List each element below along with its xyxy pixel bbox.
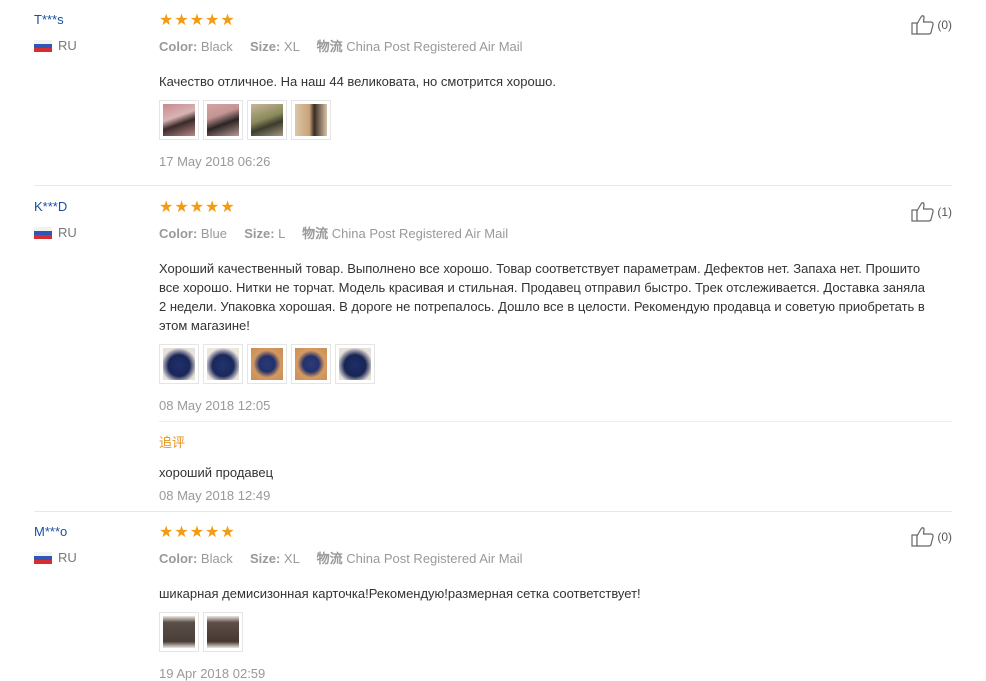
color-value: Black: [200, 39, 233, 54]
thumbs-up-icon: [911, 15, 935, 35]
review-photo[interactable]: [247, 344, 287, 384]
size-value: XL: [283, 551, 300, 566]
review-photo[interactable]: [159, 100, 199, 140]
helpful-button[interactable]: (0): [911, 14, 952, 36]
review-photo[interactable]: [203, 344, 243, 384]
review-photo[interactable]: [203, 612, 243, 652]
shipping-label: 物流: [316, 551, 343, 566]
reviewer-country: RU: [34, 550, 77, 565]
order-attributes: Color: Black Size: XL 物流 China Post Regi…: [159, 548, 949, 567]
color-label: Color:: [159, 226, 198, 241]
review-date: 17 May 2018 06:26: [159, 154, 271, 169]
review-photo[interactable]: [203, 100, 243, 140]
shipping-value: China Post Registered Air Mail: [346, 39, 523, 54]
reviewer-name: T***s: [34, 12, 64, 27]
review-photo[interactable]: [159, 344, 199, 384]
helpful-button[interactable]: (0): [911, 526, 952, 548]
thumbs-up-icon: [911, 202, 935, 222]
review-photos: [159, 344, 949, 384]
additional-review-text: хороший продавец: [159, 465, 274, 480]
review-divider: [34, 511, 952, 512]
color-label: Color:: [159, 39, 198, 54]
helpful-count: (0): [937, 530, 952, 544]
country-code: RU: [58, 38, 77, 53]
country-code: RU: [58, 225, 77, 240]
review-content: ★★★★★ Color: Black Size: XL 物流 China Pos…: [159, 13, 949, 169]
additional-review-title: 追评: [159, 435, 186, 450]
russia-flag-icon: [34, 39, 52, 52]
color-value: Blue: [200, 226, 227, 241]
size-label: Size:: [244, 226, 275, 241]
order-attributes: Color: Black Size: XL 物流 China Post Regi…: [159, 36, 949, 55]
review-photo[interactable]: [291, 344, 331, 384]
shipping-value: China Post Registered Air Mail: [331, 226, 509, 241]
review-text: Качество отличное. На наш 44 великовата,…: [159, 74, 556, 89]
review-date: 08 May 2018 12:05: [159, 398, 271, 413]
additional-review-date: 08 May 2018 12:49: [159, 488, 271, 503]
russia-flag-icon: [34, 551, 52, 564]
review-photo[interactable]: [247, 100, 287, 140]
size-value: L: [278, 226, 285, 241]
size-value: XL: [283, 39, 300, 54]
size-label: Size:: [249, 39, 281, 54]
color-value: Black: [200, 551, 233, 566]
review-content: ★★★★★ Color: Black Size: XL 物流 China Pos…: [159, 525, 949, 681]
reviewer-name: K***D: [34, 199, 68, 214]
review-text: Хороший качественный товар. Выполнено вс…: [159, 261, 926, 333]
review-divider: [34, 185, 952, 186]
star-rating: ★★★★★: [159, 524, 236, 541]
review-text: шикарная демисизонная карточка!Рекоменду…: [159, 586, 641, 601]
star-rating: ★★★★★: [159, 12, 236, 29]
reviewer-name: M***o: [34, 524, 68, 539]
helpful-count: (0): [937, 18, 952, 32]
review-photo[interactable]: [159, 612, 199, 652]
color-label: Color:: [159, 551, 198, 566]
review-photo[interactable]: [291, 100, 331, 140]
shipping-label: 物流: [316, 39, 343, 54]
shipping-value: China Post Registered Air Mail: [346, 551, 523, 566]
additional-review-divider: [159, 421, 952, 422]
star-rating: ★★★★★: [159, 199, 236, 216]
reviewer-country: RU: [34, 225, 77, 240]
country-code: RU: [58, 550, 77, 565]
thumbs-up-icon: [911, 527, 935, 547]
review-content: ★★★★★ Color: Blue Size: L 物流 China Post …: [159, 200, 949, 413]
review-photos: [159, 100, 949, 140]
russia-flag-icon: [34, 226, 52, 239]
reviewer-country: RU: [34, 38, 77, 53]
review-photo[interactable]: [335, 344, 375, 384]
review-photos: [159, 612, 949, 652]
additional-review: 追评 хороший продавец 08 May 2018 12:49: [159, 432, 273, 503]
helpful-button[interactable]: (1): [911, 201, 952, 223]
helpful-count: (1): [937, 205, 952, 219]
size-label: Size:: [249, 551, 281, 566]
shipping-label: 物流: [302, 226, 329, 241]
order-attributes: Color: Blue Size: L 物流 China Post Regist…: [159, 223, 949, 242]
review-date: 19 Apr 2018 02:59: [159, 666, 266, 681]
